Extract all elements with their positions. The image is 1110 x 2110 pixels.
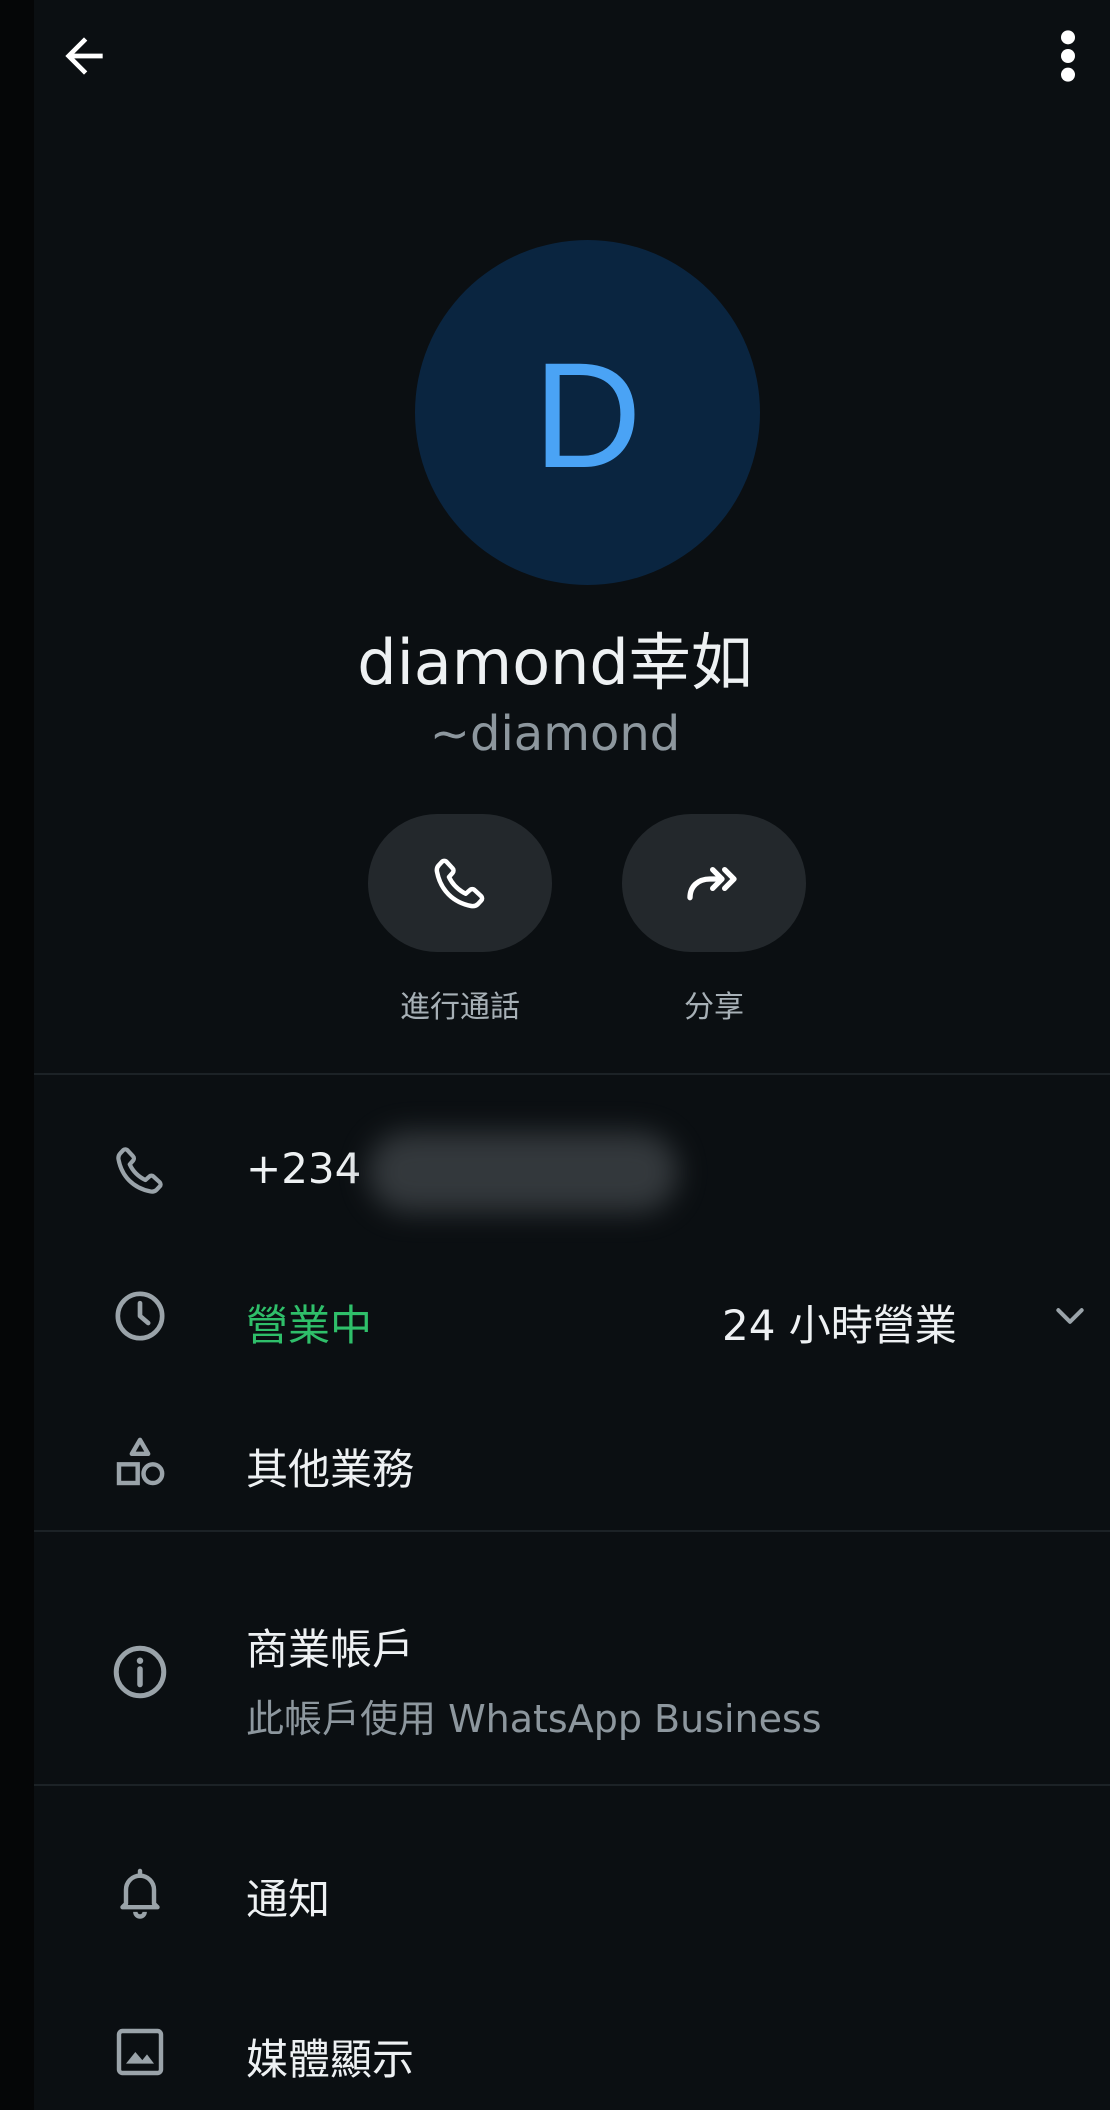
hours-row-icon-wrap [108,1284,172,1348]
more-vertical-icon [1061,30,1075,82]
screen-left-edge [0,0,34,2110]
business-info-icon-wrap [108,1640,172,1704]
phone-number-text[interactable]: +234 [246,1144,361,1193]
notifications-label: 通知 [246,1875,331,1924]
media-icon-wrap [108,2020,172,2084]
share-action-button[interactable]: 分享 [622,814,806,1026]
business-account-title: 商業帳戶 [246,1625,415,1674]
section-divider [34,1530,1110,1532]
contact-name: diamond幸如 [357,626,753,699]
open-status-text: 營業中 [246,1301,373,1350]
avatar[interactable]: D [415,240,760,585]
share-forward-icon [687,867,737,901]
other-business-row[interactable] [34,1404,1110,1524]
other-business-icon-wrap [108,1430,172,1494]
phone-icon [434,858,485,909]
media-visibility-row[interactable] [34,1990,1110,2110]
clock-icon [115,1291,165,1341]
business-account-subtitle: 此帳戶使用 WhatsApp Business [246,1697,822,1741]
call-action-label: 進行通話 [400,990,520,1025]
chevron-down-icon [1056,1308,1084,1324]
more-options-button[interactable] [1032,16,1104,96]
redacted-phone-digits [368,1132,678,1212]
back-button[interactable] [36,16,132,96]
share-action-pill[interactable] [622,814,806,952]
bell-icon [120,1868,160,1919]
notifications-icon-wrap [108,1860,172,1924]
other-business-label: 其他業務 [246,1445,415,1494]
media-visibility-label: 媒體顯示 [246,2035,415,2084]
expand-hours-button[interactable] [1046,1292,1094,1340]
notifications-row[interactable] [34,1830,1110,1960]
hours-text: 24 小時營業 [722,1301,957,1350]
phone-row-icon-wrap [108,1138,172,1202]
section-divider [34,1073,1110,1075]
section-divider [34,1784,1110,1786]
call-action-button[interactable]: 進行通話 [368,814,552,1026]
share-action-label: 分享 [684,990,744,1025]
avatar-letter: D [533,330,642,499]
phone-icon [116,1147,163,1194]
contact-push-name: ~diamond [429,706,681,762]
arrow-back-icon [65,37,103,75]
image-icon [116,2028,164,2076]
shapes-icon [116,1437,165,1486]
info-icon [113,1645,167,1699]
call-action-pill[interactable] [368,814,552,952]
